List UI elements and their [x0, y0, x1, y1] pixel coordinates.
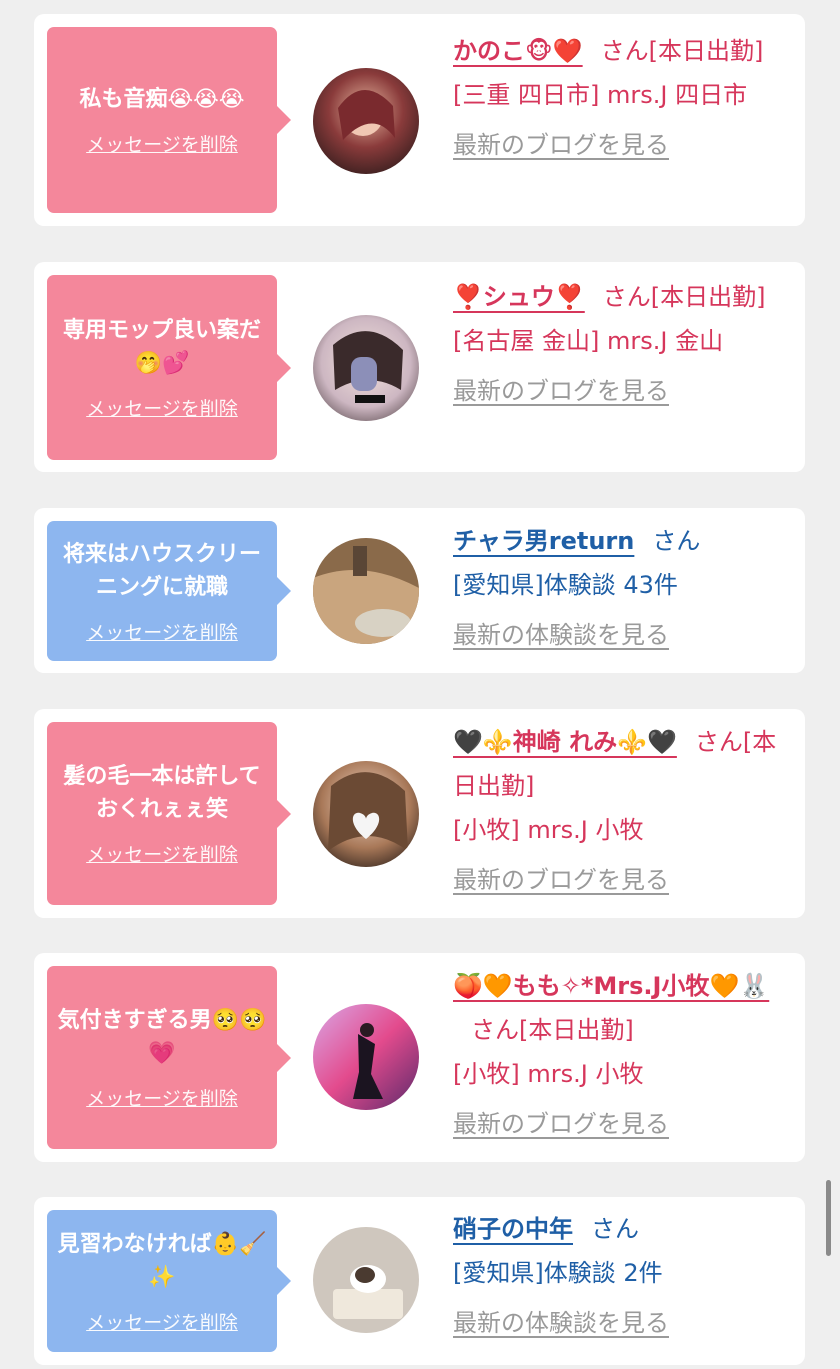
latest-blog-link[interactable]: 最新のブログを見る [453, 1102, 793, 1146]
avatar[interactable] [313, 761, 419, 867]
delete-message-link[interactable]: メッセージを削除 [86, 130, 238, 157]
message-bubble: 髪の毛一本は許しておくれぇぇ笑 メッセージを削除 [47, 722, 291, 905]
message-card: 気付きすぎる男🥺🥺💗 メッセージを削除 🍑🧡もも✧*Mrs.J小牧🧡🐰 さん[本日… [34, 953, 805, 1162]
profile-status: さん [591, 1215, 639, 1243]
message-card: 私も音痴😭😭😭 メッセージを削除 かのこ🐵❤️ さん[本日出勤] [三重 四日市]… [34, 14, 805, 226]
profile-status: さん [652, 527, 701, 555]
latest-review-link[interactable]: 最新の体験談を見る [453, 613, 793, 657]
profile-location: [小牧] mrs.J 小牧 [453, 816, 644, 844]
profile-location: [愛知県]体験談 2件 [453, 1259, 663, 1287]
profile-name-line: チャラ男return さん [453, 519, 793, 563]
profile-info: 🍑🧡もも✧*Mrs.J小牧🧡🐰 さん[本日出勤] [小牧] mrs.J 小牧 最新… [453, 964, 793, 1146]
message-text: 将来はハウスクリーニングに就職 [62, 541, 261, 600]
profile-name-link[interactable]: ❣️シュウ❣️ [453, 283, 585, 311]
profile-location: [三重 四日市] mrs.J 四日市 [453, 81, 748, 109]
profile-info: 🖤⚜️神崎 れみ⚜️🖤 さん[本日出勤] [小牧] mrs.J 小牧 最新のブログ… [453, 720, 793, 902]
message-bubble: 将来はハウスクリーニングに就職 メッセージを削除 [47, 521, 291, 661]
profile-status: さん[本日出勤] [600, 37, 764, 65]
profile-name-line: 硝子の中年 さん [453, 1207, 793, 1251]
profile-name-link[interactable]: 硝子の中年 [453, 1215, 573, 1243]
delete-message-link[interactable]: メッセージを削除 [86, 394, 238, 421]
profile-info: 硝子の中年 さん [愛知県]体験談 2件 最新の体験談を見る [453, 1207, 793, 1345]
message-text: 気付きすぎる男🥺🥺💗 [57, 1008, 267, 1066]
profile-status: さん[本日出勤] [602, 283, 766, 311]
profile-name-link[interactable]: かのこ🐵❤️ [453, 37, 583, 65]
profile-status: さん[本日出勤] [471, 1016, 634, 1044]
message-card: 見習わなければ👶🧹✨ メッセージを削除 硝子の中年 さん [愛知県]体験談 2件 … [34, 1197, 805, 1365]
avatar[interactable] [313, 1227, 419, 1333]
message-text: 髪の毛一本は許しておくれぇぇ笑 [63, 764, 261, 822]
message-bubble: 気付きすぎる男🥺🥺💗 メッセージを削除 [47, 966, 291, 1149]
latest-blog-link[interactable]: 最新のブログを見る [453, 858, 793, 902]
message-text: 私も音痴😭😭😭 [79, 87, 245, 112]
profile-info: かのこ🐵❤️ さん[本日出勤] [三重 四日市] mrs.J 四日市 最新のブログ… [453, 29, 793, 167]
latest-review-link[interactable]: 最新の体験談を見る [453, 1301, 793, 1345]
message-card: 将来はハウスクリーニングに就職 メッセージを削除 チャラ男return さん [愛… [34, 508, 805, 673]
delete-message-link[interactable]: メッセージを削除 [86, 840, 238, 867]
profile-name-link[interactable]: チャラ男return [453, 527, 634, 555]
profile-name-line: ❣️シュウ❣️ さん[本日出勤] [453, 275, 793, 319]
delete-message-link[interactable]: メッセージを削除 [86, 1084, 238, 1111]
profile-name-link[interactable]: 🖤⚜️神崎 れみ⚜️🖤 [453, 728, 677, 756]
profile-name-line: 🖤⚜️神崎 れみ⚜️🖤 さん[本日出勤] [453, 720, 793, 808]
profile-info: チャラ男return さん [愛知県]体験談 43件 最新の体験談を見る [453, 519, 793, 657]
message-bubble: 私も音痴😭😭😭 メッセージを削除 [47, 27, 291, 213]
latest-blog-link[interactable]: 最新のブログを見る [453, 123, 793, 167]
profile-location: [名古屋 金山] mrs.J 金山 [453, 327, 724, 355]
message-text: 専用モップ良い案だ🤭💕 [62, 318, 261, 376]
avatar[interactable] [313, 538, 419, 644]
delete-message-link[interactable]: メッセージを削除 [86, 1308, 238, 1335]
profile-location: [小牧] mrs.J 小牧 [453, 1060, 644, 1088]
avatar[interactable] [313, 68, 419, 174]
profile-info: ❣️シュウ❣️ さん[本日出勤] [名古屋 金山] mrs.J 金山 最新のブログ… [453, 275, 793, 413]
profile-location: [愛知県]体験談 43件 [453, 571, 678, 599]
message-bubble: 見習わなければ👶🧹✨ メッセージを削除 [47, 1210, 291, 1352]
latest-blog-link[interactable]: 最新のブログを見る [453, 369, 793, 413]
profile-name-line: 🍑🧡もも✧*Mrs.J小牧🧡🐰 さん[本日出勤] [453, 964, 793, 1052]
message-text: 見習わなければ👶🧹✨ [57, 1231, 267, 1290]
avatar[interactable] [313, 1004, 419, 1110]
message-bubble: 専用モップ良い案だ🤭💕 メッセージを削除 [47, 275, 291, 460]
profile-name-link[interactable]: 🍑🧡もも✧*Mrs.J小牧🧡🐰 [453, 972, 769, 1000]
message-card: 専用モップ良い案だ🤭💕 メッセージを削除 ❣️シュウ❣️ さん[本日出勤] [名古… [34, 262, 805, 472]
avatar[interactable] [313, 315, 419, 421]
scrollbar[interactable] [826, 1180, 831, 1256]
message-card: 髪の毛一本は許しておくれぇぇ笑 メッセージを削除 🖤⚜️神崎 れみ⚜️🖤 さん[本… [34, 709, 805, 918]
delete-message-link[interactable]: メッセージを削除 [86, 618, 238, 645]
profile-name-line: かのこ🐵❤️ さん[本日出勤] [453, 29, 793, 73]
